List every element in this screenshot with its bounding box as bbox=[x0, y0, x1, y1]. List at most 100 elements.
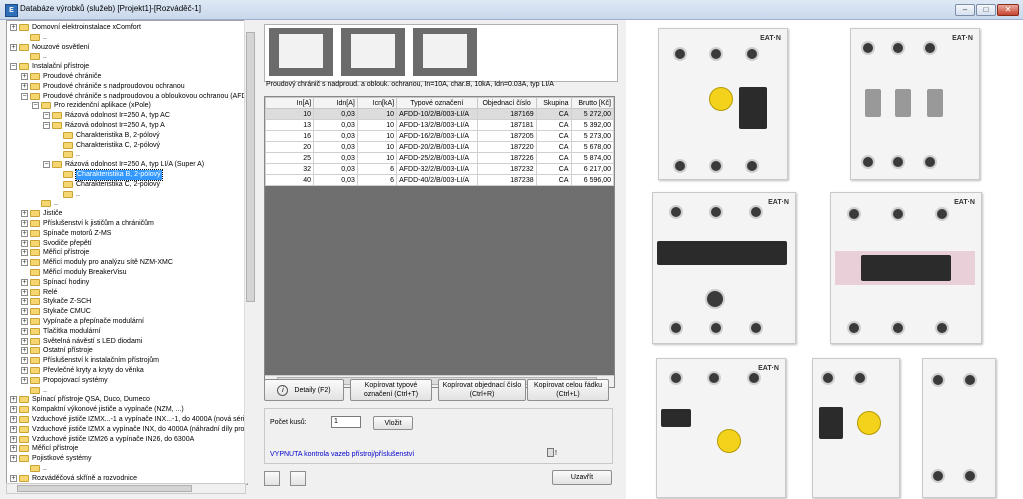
expand-icon[interactable]: + bbox=[21, 229, 28, 237]
expand-icon[interactable]: + bbox=[21, 298, 28, 306]
collapse-icon[interactable]: − bbox=[10, 63, 17, 71]
table-row[interactable]: 40 0,03 6 AFDD-40/2/B/003-LI/A 187238 CA 6 596… bbox=[265, 174, 614, 186]
table-cell: 16 bbox=[265, 130, 315, 142]
close-button[interactable]: ✕ bbox=[997, 4, 1019, 16]
collapse-icon[interactable]: − bbox=[32, 102, 39, 110]
expand-icon[interactable]: + bbox=[21, 259, 28, 267]
table-cell: 187181 bbox=[476, 119, 537, 131]
column-header[interactable]: Typové označení bbox=[396, 97, 478, 109]
tree-node-label: Měřicí moduly BreakerVisu bbox=[43, 269, 127, 276]
copy-order-number-button[interactable]: Kopírovat objednací číslo (Ctrl+R) bbox=[438, 379, 526, 401]
table-cell: 5 272,00 bbox=[570, 108, 614, 120]
collapse-icon[interactable]: − bbox=[43, 122, 50, 129]
thumbnail-photo[interactable] bbox=[269, 28, 333, 76]
tree-node-label: Charakteristika B, 2-pólový bbox=[75, 169, 163, 181]
tree-horizontal-scrollbar[interactable] bbox=[6, 483, 246, 494]
link-lock-icon[interactable] bbox=[547, 448, 554, 457]
minimize-button[interactable]: – bbox=[955, 4, 975, 16]
tree-node-label: Kompaktní výkonové jističe a vypínače (N… bbox=[32, 406, 184, 414]
column-header[interactable]: Objednací číslo bbox=[476, 97, 537, 109]
expand-icon[interactable]: + bbox=[21, 357, 28, 365]
tree-node-label: Rázová odolnost Ir=250 A, typ A bbox=[65, 122, 165, 129]
close-dialog-button[interactable]: Uzavřít bbox=[552, 470, 612, 485]
expand-icon[interactable]: + bbox=[10, 445, 17, 453]
expand-icon[interactable]: + bbox=[10, 416, 17, 423]
product-grid[interactable]: In[A] Idn[A] Icn[kA] Typové označení Objedna… bbox=[264, 96, 615, 388]
expand-icon[interactable]: + bbox=[10, 435, 17, 443]
expand-icon[interactable]: + bbox=[21, 249, 28, 257]
expand-icon[interactable]: + bbox=[10, 24, 17, 31]
product-table[interactable]: In[A] Idn[A] Icn[kA] Typové označení Objedna… bbox=[265, 97, 614, 186]
tree-scroll-thumb[interactable] bbox=[246, 32, 255, 302]
category-tree[interactable]: + Domovní elektroinstalace xComfort.. + Nou… bbox=[6, 20, 248, 485]
expand-icon[interactable]: + bbox=[21, 308, 28, 316]
expand-icon[interactable]: + bbox=[21, 239, 28, 247]
device-residual-image: EAT·N bbox=[656, 358, 786, 498]
folder-icon bbox=[63, 141, 73, 149]
copy-row-button[interactable]: Kopírovat celou řádku (Ctrl+L) bbox=[527, 379, 609, 401]
thumbnail-dimension-drawing[interactable] bbox=[341, 28, 405, 76]
expand-icon[interactable]: + bbox=[21, 367, 28, 374]
expand-icon[interactable]: + bbox=[21, 327, 28, 335]
folder-icon bbox=[30, 73, 40, 80]
table-cell: 10 bbox=[356, 141, 398, 153]
expand-icon[interactable]: + bbox=[21, 73, 28, 80]
table-row[interactable]: 20 0,03 10 AFDD-20/2/B/003-LI/A 187220 CA 5 67… bbox=[265, 141, 614, 153]
tree-vertical-scrollbar[interactable] bbox=[244, 20, 256, 483]
tree-node-label: Příslušenství k instalačním přístrojům bbox=[43, 357, 159, 365]
details-button[interactable]: i Detaily (F2) bbox=[264, 379, 344, 401]
folder-icon bbox=[30, 357, 40, 365]
table-row[interactable]: 13 0,03 10 AFDD-13/2/B/003-LI/A 187181 CA 5 39… bbox=[265, 119, 614, 131]
table-row[interactable]: 16 0,03 10 AFDD-16/2/B/003-LI/A 187205 CA 5 27… bbox=[265, 130, 614, 142]
expand-icon[interactable]: + bbox=[21, 318, 28, 325]
tree-hscroll-thumb[interactable] bbox=[17, 485, 192, 492]
table-cell: 0,03 bbox=[313, 119, 358, 131]
expand-icon[interactable]: + bbox=[21, 220, 28, 227]
maximize-button[interactable]: □ bbox=[976, 4, 996, 16]
expand-icon[interactable]: + bbox=[10, 425, 17, 433]
expand-icon[interactable]: + bbox=[21, 337, 28, 345]
tree-node-label: Pojistkové systémy bbox=[32, 455, 92, 463]
table-cell: 6 596,00 bbox=[570, 174, 614, 186]
folder-icon bbox=[52, 112, 62, 120]
expand-icon[interactable]: + bbox=[10, 455, 17, 463]
folder-icon bbox=[30, 278, 40, 286]
expand-icon[interactable]: + bbox=[10, 43, 17, 51]
collapse-icon[interactable]: − bbox=[43, 112, 50, 120]
tree-node-label: Vzduchové jističe IZMX a vypínače INX, d… bbox=[32, 425, 248, 433]
tree-node-label: .. bbox=[43, 465, 47, 472]
image-view-icon[interactable] bbox=[290, 471, 306, 486]
expand-icon[interactable]: + bbox=[21, 288, 28, 296]
collapse-icon[interactable]: − bbox=[21, 92, 28, 100]
thumbnail-wiring-diagram[interactable] bbox=[413, 28, 477, 76]
insert-button[interactable]: Vložit bbox=[373, 416, 413, 430]
expand-icon[interactable]: + bbox=[21, 278, 28, 286]
collapse-icon[interactable]: − bbox=[43, 161, 50, 169]
expand-icon[interactable]: + bbox=[10, 474, 17, 482]
folder-icon bbox=[30, 53, 40, 61]
quantity-input[interactable]: 1 bbox=[331, 416, 361, 428]
table-row[interactable]: 25 0,03 10 AFDD-25/2/B/003-LI/A 187226 CA 5 87… bbox=[265, 152, 614, 164]
folder-icon bbox=[63, 131, 73, 139]
column-header[interactable]: Idn[A] bbox=[313, 97, 358, 109]
device-afdd-image: EAT·N bbox=[658, 28, 788, 180]
expand-icon[interactable]: + bbox=[21, 347, 28, 355]
table-row[interactable]: 10 0,03 10 AFDD-10/2/B/003-LI/A 187169 CA 5 27… bbox=[265, 108, 614, 120]
table-row[interactable]: 32 0,03 6 AFDD-32/2/B/003-LI/A 187232 CA 6 217… bbox=[265, 163, 614, 175]
tree-node-label: Charakteristika C, 2-pólový bbox=[76, 180, 161, 188]
expand-icon[interactable]: + bbox=[21, 376, 28, 384]
expand-icon[interactable]: + bbox=[21, 82, 28, 90]
folder-icon bbox=[30, 318, 40, 325]
expand-icon[interactable]: + bbox=[21, 210, 28, 218]
expand-icon[interactable]: + bbox=[10, 406, 17, 414]
tree-node-label: Vzduchové jističe IZM26 a vypínače IN26,… bbox=[32, 435, 195, 443]
column-header[interactable]: Icn[kA] bbox=[356, 97, 398, 109]
column-header[interactable]: Skupina bbox=[535, 97, 572, 109]
brand-logo: EAT·N bbox=[952, 35, 973, 42]
tree-node-label: Svodiče přepětí bbox=[43, 239, 92, 247]
copy-type-button[interactable]: Kopírovat typové označení (Ctrl+T) bbox=[350, 379, 432, 401]
column-header[interactable]: Brutto [Kč] bbox=[570, 97, 614, 109]
open-folder-icon[interactable] bbox=[264, 471, 280, 486]
column-header[interactable]: In[A] bbox=[265, 97, 315, 109]
expand-icon[interactable]: + bbox=[10, 396, 17, 404]
